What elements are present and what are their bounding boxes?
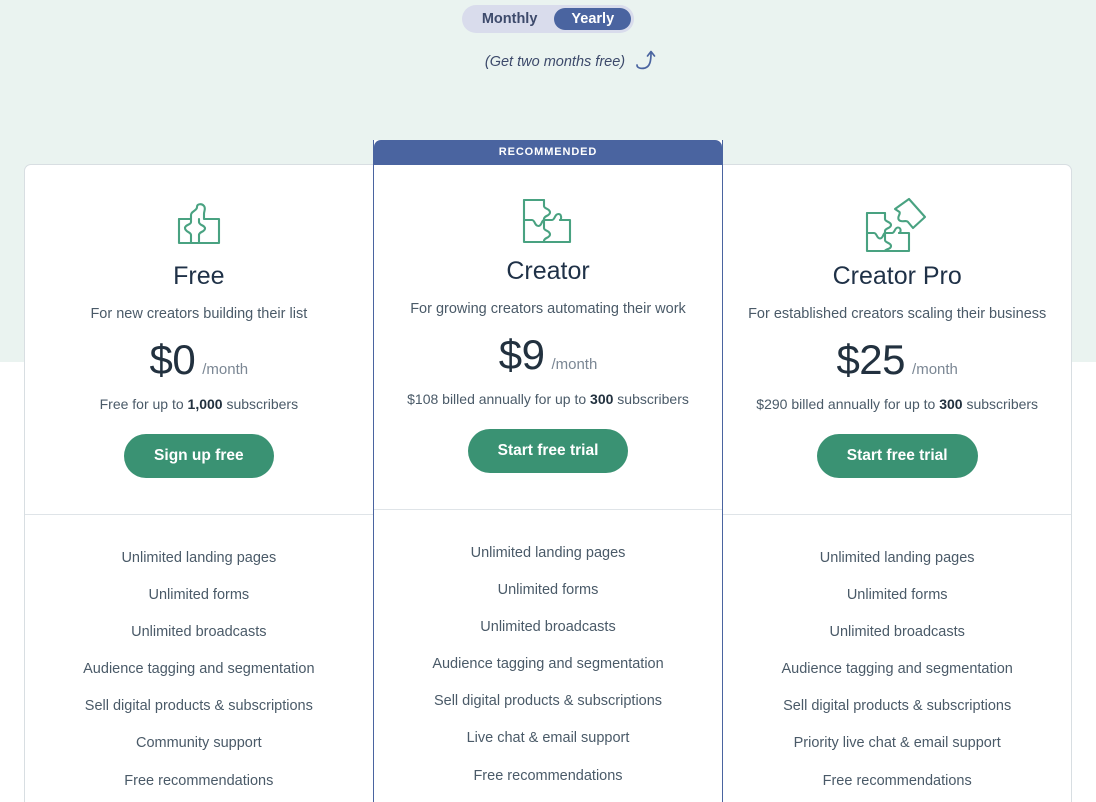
plan-tagline: For established creators scaling their b… [748, 305, 1047, 322]
billing-note-prefix: Free for up to [99, 396, 188, 413]
price-line: $9 /month [394, 334, 703, 376]
feature-list: Unlimited landing pages Unlimited forms … [723, 515, 1071, 802]
feature-item: Sell digital products & subscriptions [84, 698, 313, 715]
feature-item: Community support [135, 735, 262, 752]
price-amount: $0 [149, 336, 196, 384]
price-period: /month [551, 356, 598, 374]
start-free-trial-button-creator-pro[interactable]: Start free trial [816, 434, 978, 479]
feature-item: Unlimited landing pages [121, 549, 277, 566]
plan-name: Creator [506, 257, 590, 285]
feature-item: Priority live chat & email support [793, 735, 1001, 752]
billing-note-suffix: subscribers [613, 391, 689, 408]
feature-item: Sell digital products & subscriptions [783, 698, 1012, 715]
plan-name: Creator Pro [832, 262, 962, 290]
billing-note: Free for up to 1,000 subscribers [45, 396, 353, 412]
plan-name: Free [173, 262, 225, 290]
feature-item: Audience tagging and segmentation [781, 661, 1013, 678]
feature-item: Sell digital products & subscriptions [433, 693, 663, 710]
price-amount: $9 [498, 331, 545, 379]
feature-item: Unlimited landing pages [470, 544, 626, 561]
feature-item: Unlimited forms [497, 581, 599, 598]
price-amount: $25 [836, 336, 906, 384]
feature-list: Unlimited landing pages Unlimited forms … [25, 515, 373, 802]
billing-note-suffix: subscribers [222, 396, 299, 413]
toggle-option-yearly[interactable]: Yearly [554, 8, 632, 30]
feature-item: Unlimited forms [148, 586, 250, 603]
signup-free-button[interactable]: Sign up free [124, 434, 274, 479]
price-line: $0 /month [45, 339, 353, 381]
feature-item: Free recommendations [473, 767, 623, 784]
start-free-trial-button-creator[interactable]: Start free trial [467, 429, 629, 474]
price-period: /month [912, 361, 958, 379]
puzzle-one-piece-icon [45, 195, 353, 257]
billing-note-prefix: $108 billed annually for up to [407, 391, 591, 408]
billing-note-count: 300 [939, 396, 963, 413]
feature-list: Unlimited landing pages Unlimited forms … [374, 510, 723, 802]
feature-item: Unlimited broadcasts [131, 624, 267, 641]
billing-note: $290 billed annually for up to 300 subsc… [743, 396, 1051, 412]
yearly-discount-note: (Get two months free) [0, 46, 1096, 77]
price-period: /month [202, 361, 249, 379]
feature-item: Free recommendations [124, 772, 274, 789]
pricing-card-creator: RECOMMENDED Creator For growing creators… [372, 140, 724, 802]
curved-arrow-up-right-icon [635, 46, 657, 77]
feature-item: Unlimited forms [846, 586, 948, 603]
plan-tagline: For new creators building their list [90, 305, 308, 322]
billing-note-count: 300 [590, 391, 614, 408]
feature-item: Free recommendations [822, 772, 972, 789]
puzzle-three-pieces-icon [394, 190, 703, 252]
pricing-cards: Free For new creators building their lis… [24, 140, 1073, 802]
pricing-card-free: Free For new creators building their lis… [24, 164, 373, 802]
billing-note-count: 1,000 [187, 396, 223, 413]
billing-period-toggle[interactable]: Monthly Yearly [461, 5, 635, 33]
billing-note-prefix: $290 billed annually for up to [756, 396, 940, 413]
feature-item: Unlimited broadcasts [480, 619, 616, 636]
feature-item: Unlimited broadcasts [829, 624, 965, 641]
discount-note-text: (Get two months free) [484, 53, 626, 70]
puzzle-four-pieces-icon [743, 195, 1051, 257]
plan-tagline: For growing creators automating their wo… [410, 300, 686, 317]
price-line: $25 /month [743, 339, 1051, 381]
feature-item: Audience tagging and segmentation [83, 661, 315, 678]
recommended-ribbon: RECOMMENDED [373, 140, 723, 165]
feature-item: Live chat & email support [466, 730, 630, 747]
billing-note: $108 billed annually for up to 300 subsc… [394, 391, 703, 407]
feature-item: Unlimited landing pages [819, 549, 975, 566]
billing-note-suffix: subscribers [962, 396, 1039, 413]
toggle-option-monthly[interactable]: Monthly [465, 8, 555, 30]
feature-item: Audience tagging and segmentation [432, 656, 664, 673]
billing-toggle-section: Monthly Yearly [0, 0, 1096, 33]
pricing-card-creator-pro: Creator Pro For established creators sca… [723, 164, 1073, 802]
